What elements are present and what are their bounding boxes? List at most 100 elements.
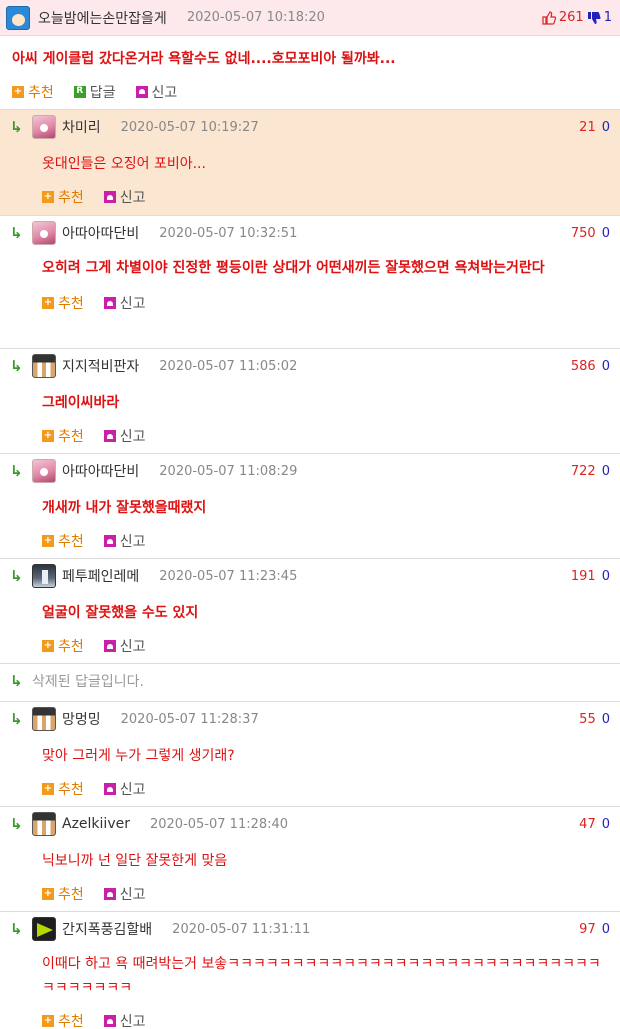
recommend-button[interactable]: + 추천 [42,426,84,446]
report-label: 신고 [119,534,146,550]
reply-arrow-icon: ↳ [10,224,23,242]
reply-text: 개새까 내가 잘못했을때랬지 [42,500,207,516]
reply-actions: + 추천 신고 [10,421,610,451]
downvote-count: 1 [603,10,612,25]
report-icon [135,85,148,98]
recommend-button[interactable]: + 추천 [42,636,84,656]
plus-icon: + [42,430,54,442]
upvote-count: 97 [579,921,596,937]
avatar-icon[interactable] [32,564,56,588]
report-icon [103,640,116,652]
reply-item: ↳ 아따아따단비 2020-05-07 10:32:51 750 0 오히려 그게… [0,216,620,349]
thumb-down-icon[interactable] [587,11,601,25]
upvote-count: 261 [558,10,584,25]
vote-counts: 47 0 [579,817,610,832]
author-name[interactable]: 망멍밍 [62,709,101,729]
report-button[interactable]: 신고 [103,531,146,551]
report-button[interactable]: 신고 [103,426,146,446]
report-button[interactable]: 신고 [103,293,146,313]
report-label: 신고 [119,190,146,206]
reply-item: ↳ 망멍밍 2020-05-07 11:28:37 55 0 맞아 그러게 누가 … [0,702,620,807]
reply-arrow-icon: ↳ [10,672,23,690]
downvote-count: 0 [601,816,610,832]
avatar-icon[interactable] [32,917,56,941]
vote-counts: 97 0 [579,922,610,937]
recommend-button[interactable]: + 추천 [42,884,84,904]
avatar-icon[interactable] [32,354,56,378]
report-label: 신고 [119,1014,146,1029]
upvote-count: 191 [570,568,596,584]
recommend-button[interactable]: + 추천 [42,293,84,313]
avatar-icon[interactable] [32,115,56,139]
timestamp: 2020-05-07 11:28:37 [120,711,259,727]
timestamp: 2020-05-07 10:18:20 [186,10,325,25]
thumb-up-icon[interactable] [542,10,556,25]
report-button[interactable]: 신고 [135,82,177,102]
reply-actions: + 추천 신고 [10,879,610,909]
author-name[interactable]: Azelkiiver [62,816,130,832]
reply-button[interactable]: R 답글 [73,82,116,102]
recommend-button[interactable]: + 추천 [42,779,84,799]
downvote-count: 0 [601,921,610,937]
recommend-button[interactable]: + 추천 [42,1011,84,1029]
avatar-icon[interactable] [32,221,56,245]
recommend-button[interactable]: + 추천 [42,531,84,551]
vote-counts: 21 0 [579,120,610,135]
upvote-count: 47 [579,816,596,832]
timestamp: 2020-05-07 11:23:45 [159,568,298,584]
report-button[interactable]: 신고 [103,884,146,904]
plus-icon: + [42,783,54,795]
reply-item: ↳ 지지적비판자 2020-05-07 11:05:02 586 0 그레이씨바라… [0,349,620,454]
plus-icon: + [42,535,54,547]
reply-text: 이때다 하고 욕 때려박는거 보솧ㅋㅋㅋㅋㅋㅋㅋㅋㅋㅋㅋㅋㅋㅋㅋㅋㅋㅋㅋㅋㅋㅋㅋ… [42,956,601,996]
reply-actions: + 추천 신고 [10,526,610,556]
author-name[interactable]: 차미리 [62,117,101,137]
recommend-button[interactable]: + 추천 [42,187,84,207]
author-name[interactable]: 아따아따단비 [62,461,139,481]
reply-text: 그레이씨바라 [42,395,120,411]
reply-actions: + 추천 신고 [10,774,610,804]
report-button[interactable]: 신고 [103,187,146,207]
comment-actions: + 추천 R 답글 신고 [0,76,620,110]
report-button[interactable]: 신고 [103,779,146,799]
avatar-icon[interactable] [6,5,30,30]
author-name[interactable]: 간지폭풍김할배 [62,919,152,939]
report-icon [103,191,116,203]
report-icon [103,1015,116,1027]
recommend-label: 추천 [58,296,84,312]
recommend-label: 추천 [58,887,84,903]
reply-actions: + 추천 신고 [10,1006,610,1029]
avatar-icon[interactable] [32,812,56,836]
recommend-label: 추천 [58,639,84,655]
reply-arrow-icon: ↳ [10,357,23,375]
reply-arrow-icon: ↳ [10,815,23,833]
vote-counts: 750 0 [571,226,610,241]
author-name[interactable]: 페투페인레메 [62,566,139,586]
reply-text: 맞아 그러게 누가 그렇게 생기래? [42,748,235,764]
reply-item: ↳ Azelkiiver 2020-05-07 11:28:40 47 0 닉보니… [0,807,620,912]
downvote-count: 0 [601,225,610,241]
recommend-label: 추천 [58,429,84,445]
comment-text: 아씨 게이클럽 갔다온거라 욕할수도 없네....호모포비아 될까봐... [12,51,396,67]
reply-label: 답글 [89,84,116,101]
vote-counts: 586 0 [571,359,610,374]
author-name[interactable]: 지지적비판자 [62,356,139,376]
recommend-button[interactable]: + 추천 [12,82,54,102]
recommend-label: 추천 [58,190,84,206]
report-button[interactable]: 신고 [103,1011,146,1029]
deleted-reply: ↳ 삭제된 답글입니다. [0,664,620,702]
recommend-label: 추천 [58,1014,84,1029]
author-name[interactable]: 아따아따단비 [62,223,139,243]
author-name[interactable]: 오늘밤에는손만잡을게 [38,8,167,28]
report-label: 신고 [119,429,146,445]
avatar-icon[interactable] [32,459,56,483]
plus-icon: + [42,888,54,900]
report-button[interactable]: 신고 [103,636,146,656]
timestamp: 2020-05-07 10:19:27 [120,119,259,135]
upvote-count: 722 [570,463,596,479]
timestamp: 2020-05-07 10:32:51 [159,225,298,241]
plus-icon: + [42,640,54,652]
avatar-icon[interactable] [32,707,56,731]
upvote-count: 586 [570,358,596,374]
report-label: 신고 [119,639,146,655]
